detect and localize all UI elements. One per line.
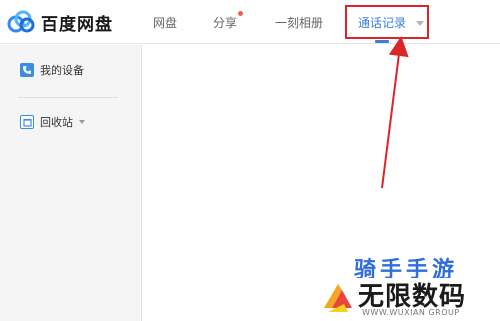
nav-share-label: 分享	[213, 16, 238, 30]
nav-share[interactable]: 分享	[213, 11, 244, 31]
watermark-sub-text: WWW.WUXIAN GROUP	[362, 308, 460, 317]
phone-icon	[20, 63, 34, 77]
annotation-highlight-box	[345, 5, 429, 39]
sidebar-item-recycle-bin[interactable]: 回收站	[20, 114, 85, 130]
top-header: 百度网盘 网盘 分享 一刻相册 通话记录	[0, 0, 500, 44]
nav-album[interactable]: 一刻相册	[275, 14, 323, 31]
sidebar-item-my-devices[interactable]: 我的设备	[20, 62, 84, 78]
watermark-logo-icon	[324, 284, 352, 312]
cloud-logo-icon	[7, 10, 35, 33]
watermark: 骑手手游 无限数码 WWW.WUXIAN GROUP	[318, 252, 500, 321]
sidebar-item-label: 我的设备	[40, 64, 84, 77]
active-tab-indicator	[375, 40, 389, 43]
watermark-top-text: 骑手手游	[354, 258, 459, 278]
nav-netdisk[interactable]: 网盘	[153, 14, 177, 31]
chevron-down-icon[interactable]	[79, 120, 85, 124]
brand-name: 百度网盘	[41, 14, 113, 35]
sidebar-divider	[18, 97, 118, 98]
sidebar-item-label: 回收站	[40, 116, 73, 129]
recycle-bin-icon	[20, 115, 34, 129]
notification-dot	[238, 11, 244, 16]
sidebar: 我的设备 回收站	[0, 45, 142, 321]
baidu-netdisk-logo[interactable]: 百度网盘	[6, 8, 113, 36]
